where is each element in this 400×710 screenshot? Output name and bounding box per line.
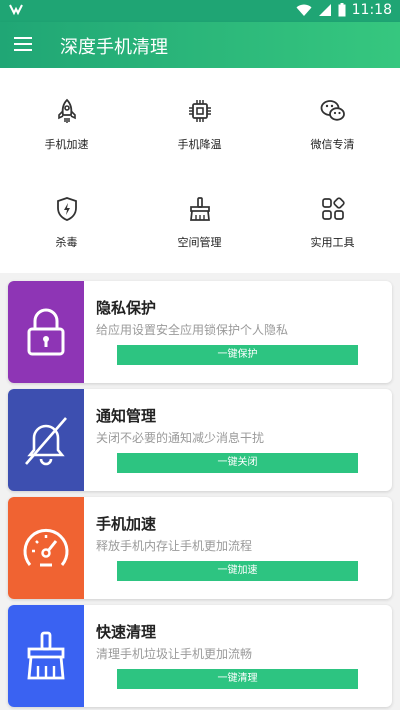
speedometer-icon (23, 528, 69, 567)
grid-item-label: 手机降温 (177, 138, 222, 151)
card-speedup[interactable]: 手机加速 释放手机内存让手机更加流程 一键加速 (8, 497, 392, 599)
signal-icon (318, 3, 331, 16)
card-notifications[interactable]: 通知管理 关闭不必要的通知减少消息干扰 一键关闭 (8, 389, 392, 491)
card-icon-bg (8, 605, 84, 707)
card-icon-bg (8, 497, 84, 599)
grid-item-speedup[interactable]: 手机加速 (0, 76, 133, 151)
page-title: 深度手机清理 (60, 37, 168, 58)
status-bar: 11:18 (0, 0, 400, 22)
grid-item-storage[interactable]: 空间管理 (133, 174, 266, 249)
card-title: 快速清理 (96, 623, 157, 641)
menu-icon[interactable] (14, 37, 32, 51)
card-description: 给应用设置安全应用锁保护个人隐私 (96, 323, 289, 337)
grid-item-label: 空间管理 (177, 236, 222, 249)
grid-item-label: 手机加速 (44, 138, 89, 151)
card-title: 手机加速 (96, 515, 157, 533)
shield-icon (57, 197, 77, 221)
card-title: 隐私保护 (96, 299, 157, 317)
card-description: 清理手机垃圾让手机更加流畅 (96, 647, 253, 661)
rocket-icon (58, 98, 76, 123)
grid-item-label: 杀毒 (55, 236, 78, 249)
broom-icon (27, 631, 65, 680)
feature-grid: 手机加速 手机降温 微信专清 杀毒 空间管理 实用工具 (0, 68, 400, 273)
speedup-button[interactable]: 一键加速 (117, 561, 358, 581)
protect-button[interactable]: 一键保护 (117, 345, 358, 365)
card-title: 通知管理 (96, 407, 157, 425)
grid-item-label: 微信专清 (310, 138, 355, 151)
card-icon-bg (8, 281, 84, 383)
close-all-button[interactable]: 一键关闭 (117, 453, 358, 473)
wechat-icon (320, 100, 345, 121)
card-privacy[interactable]: 隐私保护 给应用设置安全应用锁保护个人隐私 一键保护 (8, 281, 392, 383)
clock: 11:18 (351, 2, 392, 18)
grid-item-wechat[interactable]: 微信专清 (266, 76, 399, 151)
card-description: 关闭不必要的通知减少消息干扰 (96, 431, 265, 445)
grid-item-tools[interactable]: 实用工具 (266, 174, 399, 249)
app-notification-icon (9, 4, 23, 16)
apps-icon (322, 197, 345, 220)
grid-item-antivirus[interactable]: 杀毒 (0, 174, 133, 249)
card-icon-bg (8, 389, 84, 491)
grid-item-label: 实用工具 (310, 236, 355, 249)
chip-icon (189, 100, 211, 122)
app-toolbar: 深度手机清理 (0, 22, 400, 68)
battery-icon (338, 3, 346, 17)
bell-off-icon (25, 417, 67, 466)
lock-icon (27, 308, 65, 356)
broom-icon (190, 197, 210, 221)
grid-item-cooldown[interactable]: 手机降温 (133, 76, 266, 151)
wifi-icon (296, 4, 312, 16)
card-description: 释放手机内存让手机更加流程 (96, 539, 253, 553)
card-quick-clean[interactable]: 快速清理 清理手机垃圾让手机更加流畅 一键清理 (8, 605, 392, 707)
clean-button[interactable]: 一键清理 (117, 669, 358, 689)
